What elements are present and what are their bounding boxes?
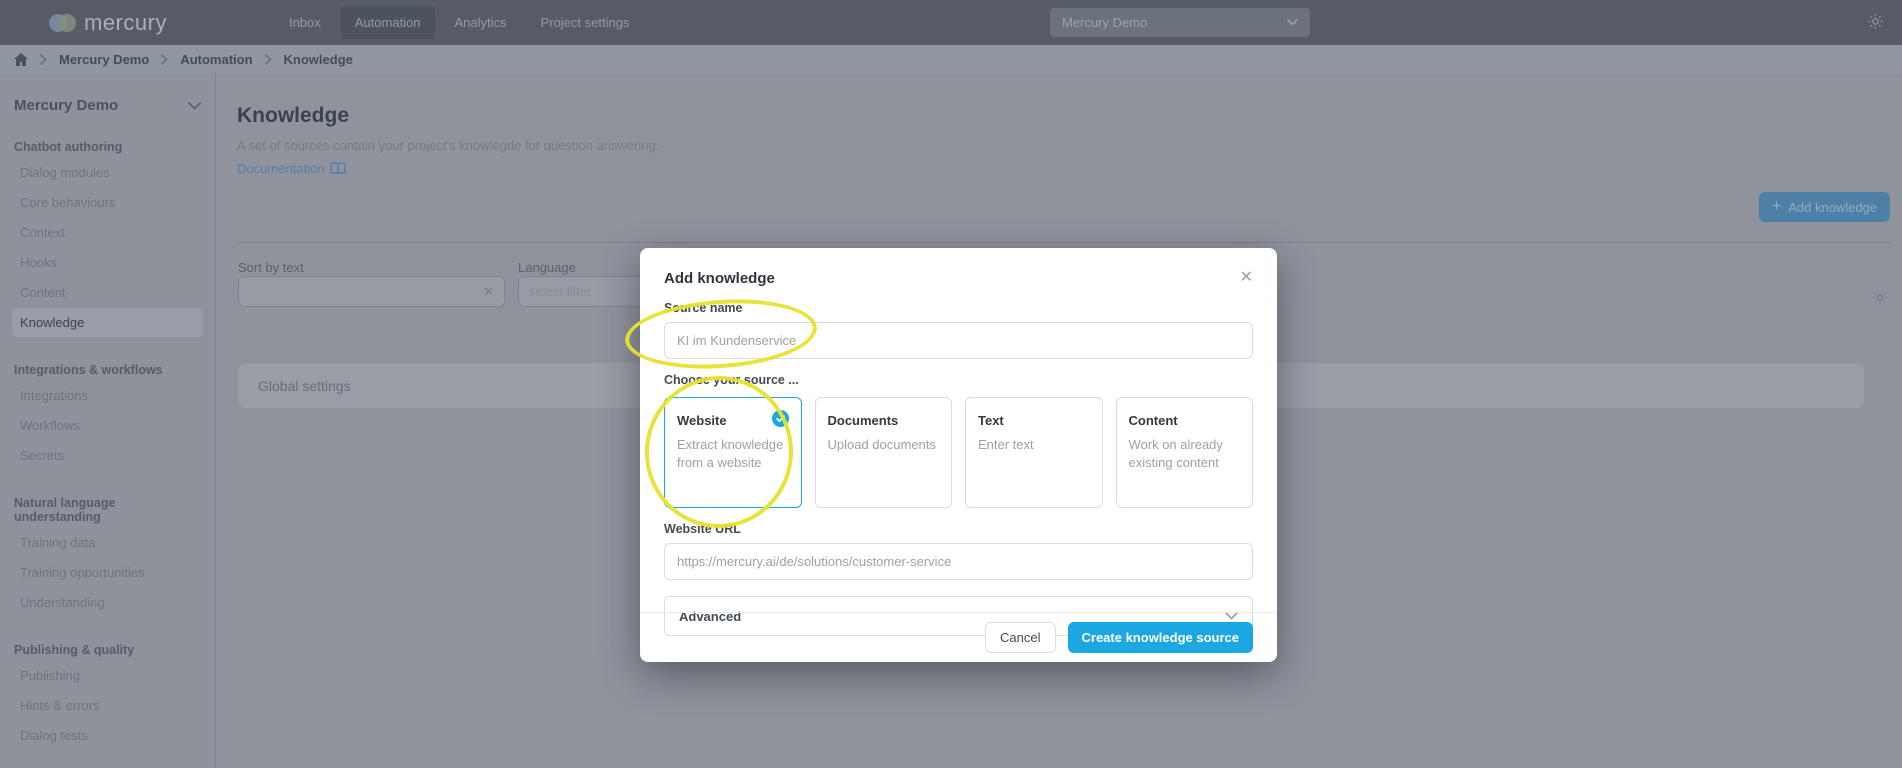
source-card-text[interactable]: Text Enter text: [965, 397, 1103, 508]
website-url-label: Website URL: [664, 522, 741, 536]
source-card-title: Content: [1128, 413, 1178, 428]
source-name-value: KI im Kundenservice: [677, 333, 797, 348]
modal-title: Add knowledge: [664, 270, 775, 287]
cancel-button[interactable]: Cancel: [985, 622, 1056, 653]
source-card-documents[interactable]: Documents Upload documents: [814, 397, 952, 508]
create-knowledge-source-button[interactable]: Create knowledge source: [1067, 622, 1253, 653]
source-card-description: Upload documents: [827, 437, 936, 452]
source-card-website[interactable]: Website Extract knowledge from a website: [664, 397, 802, 508]
source-card-description: Extract knowledge from a website: [677, 437, 784, 470]
source-name-input[interactable]: KI im Kundenservice: [664, 322, 1253, 359]
modal-footer: Cancel Create knowledge source: [640, 612, 1277, 662]
source-card-description: Work on already existing content: [1128, 437, 1223, 470]
website-url-input[interactable]: https://mercury.ai/de/solutions/customer…: [664, 543, 1253, 580]
source-card-title: Text: [978, 413, 1004, 428]
source-card-title: Documents: [827, 413, 899, 428]
choose-source-label: Choose your source ...: [664, 373, 799, 387]
close-icon[interactable]: ✕: [1240, 270, 1253, 286]
source-card-description: Enter text: [978, 437, 1034, 452]
selected-check-icon: [771, 410, 789, 427]
source-name-label: Source name: [664, 301, 743, 315]
source-card-content[interactable]: Content Work on already existing content: [1115, 397, 1253, 508]
website-url-value: https://mercury.ai/de/solutions/customer…: [677, 554, 952, 569]
add-knowledge-modal: Add knowledge ✕ Source name KI im Kunden…: [640, 248, 1277, 662]
